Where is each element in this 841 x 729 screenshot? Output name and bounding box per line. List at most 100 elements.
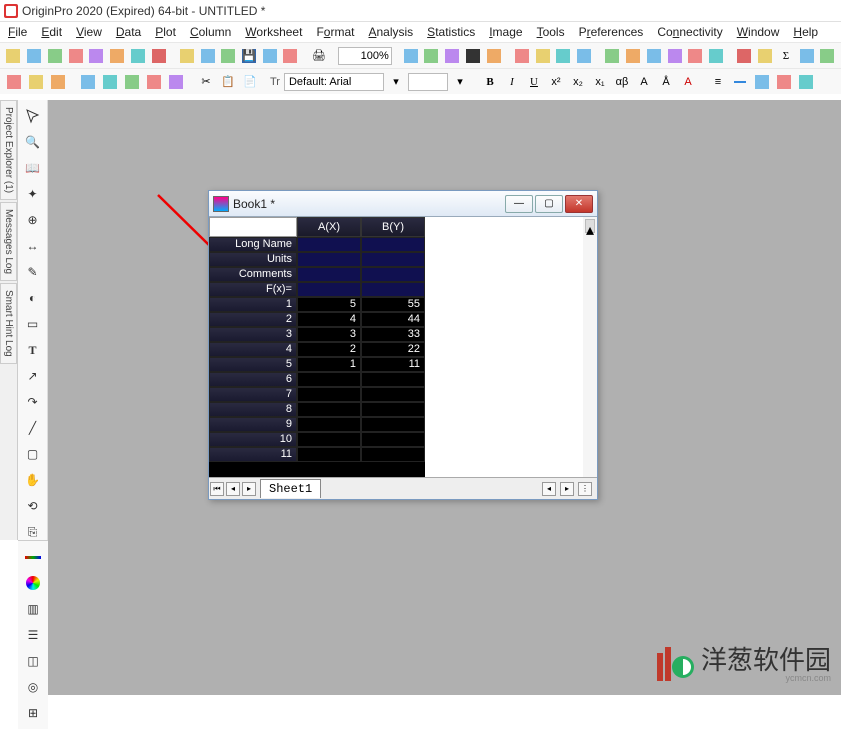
new-excel-button[interactable] — [45, 46, 64, 66]
arrow-tool[interactable]: ↗ — [23, 366, 43, 386]
decrease-font-button[interactable]: Å — [656, 72, 676, 92]
import-wizard-button[interactable] — [4, 72, 24, 92]
python-button[interactable] — [645, 46, 664, 66]
cell[interactable]: 2 — [297, 342, 361, 357]
new-layout-button[interactable] — [128, 46, 147, 66]
sheet-tab[interactable]: Sheet1 — [260, 479, 321, 498]
split-handle[interactable]: ⋮ — [578, 482, 592, 496]
cell[interactable]: 33 — [361, 327, 425, 342]
rotate-tool[interactable]: ⟲ — [23, 496, 43, 516]
region-tool[interactable]: ▭ — [23, 314, 43, 334]
minimize-button[interactable]: — — [505, 195, 533, 213]
cell[interactable] — [297, 432, 361, 447]
row-label-fx[interactable]: F(x)= — [209, 282, 297, 297]
menu-help[interactable]: Help — [793, 25, 818, 39]
template-button[interactable]: ⊞ — [23, 703, 43, 723]
new-matrix-button[interactable] — [87, 46, 106, 66]
greek-button[interactable]: αβ — [612, 72, 632, 92]
row-label-longname[interactable]: Long Name — [209, 237, 297, 252]
tab-nav-next[interactable]: ▸ — [242, 482, 256, 496]
row-label-units[interactable]: Units — [209, 252, 297, 267]
recalc-button[interactable] — [513, 46, 532, 66]
row-num[interactable]: 8 — [209, 402, 297, 417]
video-button[interactable] — [464, 46, 483, 66]
line-tool[interactable]: ╱ — [23, 418, 43, 438]
wks4-button[interactable] — [144, 72, 164, 92]
workbook-window[interactable]: Book1 * — ▢ ✕ A(X) B(Y) Long Name Units … — [208, 190, 598, 500]
cell[interactable] — [361, 237, 425, 252]
save-template-button[interactable] — [260, 46, 279, 66]
cell[interactable] — [361, 447, 425, 462]
cell[interactable]: 22 — [361, 342, 425, 357]
sum-button[interactable]: Σ — [777, 46, 796, 66]
data-reader-tool[interactable]: ✦ — [23, 184, 43, 204]
new-workbook-button[interactable] — [25, 46, 44, 66]
import-button[interactable] — [281, 46, 300, 66]
apps-button[interactable] — [707, 46, 726, 66]
menu-format[interactable]: Format — [316, 25, 354, 39]
cell[interactable]: 1 — [297, 357, 361, 372]
row-num[interactable]: 7 — [209, 387, 297, 402]
underline-button[interactable]: U — [524, 72, 544, 92]
menu-plot[interactable]: Plot — [155, 25, 176, 39]
cell[interactable] — [361, 252, 425, 267]
row-num[interactable]: 4 — [209, 342, 297, 357]
cell[interactable] — [297, 237, 361, 252]
menu-file[interactable]: File — [8, 25, 27, 39]
superscript-button[interactable]: x² — [546, 72, 566, 92]
3d-plot-button[interactable]: ◫ — [23, 651, 43, 671]
fontsize-dropdown-button[interactable]: ▾ — [450, 72, 470, 92]
menu-column[interactable]: Column — [190, 25, 231, 39]
new-project-button[interactable] — [4, 46, 23, 66]
row-num[interactable]: 9 — [209, 417, 297, 432]
refresh-button[interactable] — [401, 46, 420, 66]
import-single-button[interactable] — [26, 72, 46, 92]
copy-button[interactable]: 📋 — [218, 72, 238, 92]
close-button[interactable]: ✕ — [565, 195, 593, 213]
cell[interactable] — [297, 417, 361, 432]
batch-button[interactable] — [554, 46, 573, 66]
font-color-button[interactable]: A — [678, 72, 698, 92]
duplicate-button[interactable] — [422, 46, 441, 66]
wks3-button[interactable] — [122, 72, 142, 92]
save-button[interactable]: 💾 — [240, 46, 259, 66]
menu-preferences[interactable]: Preferences — [579, 25, 644, 39]
menu-connectivity[interactable]: Connectivity — [657, 25, 722, 39]
add-col-button[interactable] — [603, 46, 622, 66]
cell[interactable] — [297, 267, 361, 282]
cell[interactable] — [361, 372, 425, 387]
hscroll-left[interactable]: ◂ — [542, 482, 556, 496]
menu-data[interactable]: Data — [116, 25, 141, 39]
line-button[interactable] — [730, 72, 750, 92]
lock-button[interactable] — [533, 46, 552, 66]
wks-button[interactable] — [78, 72, 98, 92]
row-num[interactable]: 10 — [209, 432, 297, 447]
col-header-a[interactable]: A(X) — [297, 217, 361, 237]
hscroll-right[interactable]: ▸ — [560, 482, 574, 496]
cell[interactable] — [361, 387, 425, 402]
tab-project-explorer[interactable]: Project Explorer (1) — [0, 100, 17, 200]
row-label-comments[interactable]: Comments — [209, 267, 297, 282]
cell[interactable] — [361, 417, 425, 432]
italic-button[interactable]: I — [502, 72, 522, 92]
text-tool[interactable]: T — [23, 340, 43, 360]
row-num[interactable]: 3 — [209, 327, 297, 342]
vertical-scrollbar[interactable]: ▴ — [583, 217, 597, 477]
menu-image[interactable]: Image — [489, 25, 522, 39]
maximize-button[interactable]: ▢ — [535, 195, 563, 213]
new-graph-button[interactable] — [66, 46, 85, 66]
screen-reader-tool[interactable]: ⊕ — [23, 210, 43, 230]
palette-button[interactable] — [796, 72, 816, 92]
insert-button[interactable]: ⎘ — [23, 522, 43, 542]
cell[interactable] — [361, 402, 425, 417]
col-header-b[interactable]: B(Y) — [361, 217, 425, 237]
bold-button[interactable]: B — [480, 72, 500, 92]
wks5-button[interactable] — [166, 72, 186, 92]
menu-worksheet[interactable]: Worksheet — [245, 25, 302, 39]
cut-button[interactable]: ✂ — [196, 72, 216, 92]
cell[interactable]: 44 — [361, 312, 425, 327]
open-excel-button[interactable] — [219, 46, 238, 66]
data-selector-tool[interactable]: ↔ — [23, 236, 43, 256]
print-button[interactable]: 🖨 — [309, 46, 328, 66]
draw-data-tool[interactable]: ✎ — [23, 262, 43, 282]
